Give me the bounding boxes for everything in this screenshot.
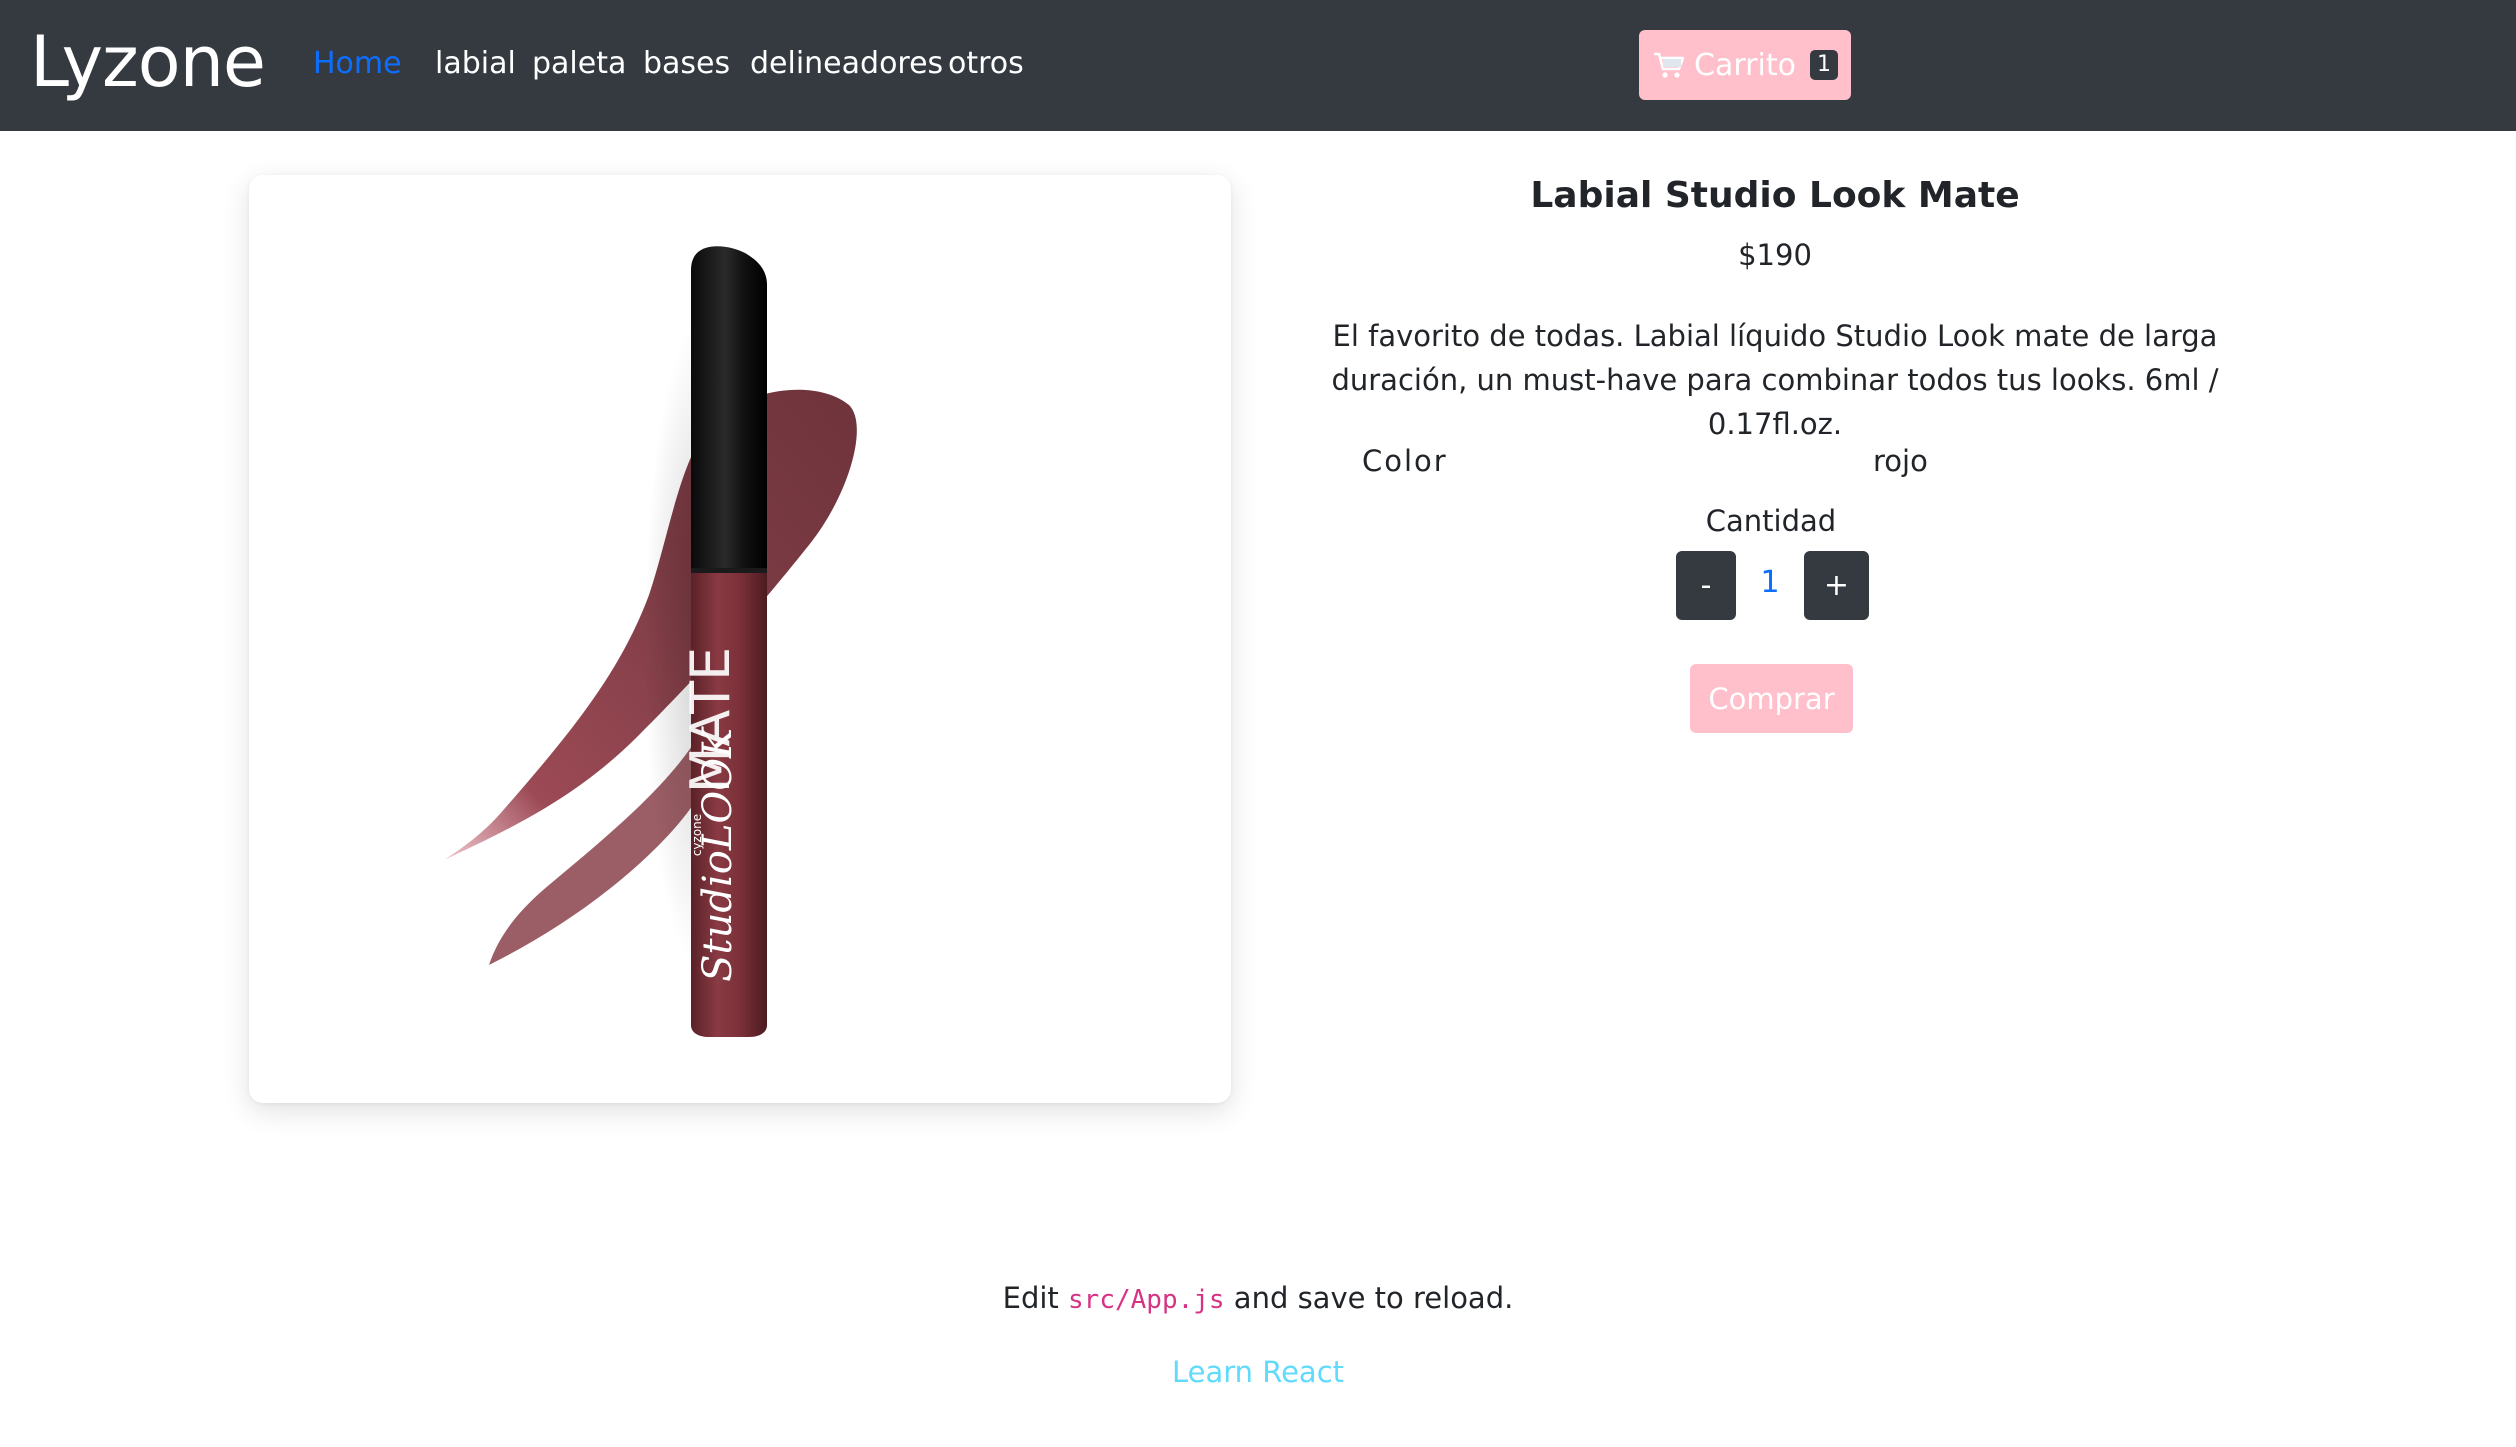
quantity-label: Cantidad bbox=[1705, 504, 1837, 538]
cart-count-badge: 1 bbox=[1809, 50, 1838, 80]
nav-link-delineadores[interactable]: delineadores bbox=[750, 44, 943, 84]
edit-suffix: and save to reload. bbox=[1233, 1281, 1514, 1315]
tube-label-maker: cyzone bbox=[690, 814, 704, 856]
product-image-card: MATE StudioLOOK cyzone bbox=[249, 175, 1231, 1103]
color-value: rojo bbox=[1873, 444, 1928, 478]
nav-link-otros[interactable]: otros bbox=[948, 44, 1024, 84]
cart-label: Carrito bbox=[1694, 47, 1796, 83]
edit-code-path: src/App.js bbox=[1068, 1285, 1225, 1315]
cart-button[interactable]: Carrito 1 bbox=[1639, 30, 1851, 100]
quantity-decrement-button[interactable]: - bbox=[1676, 551, 1736, 620]
buy-button[interactable]: Comprar bbox=[1690, 664, 1853, 733]
brand-logo[interactable]: Lyzone bbox=[30, 14, 266, 110]
edit-instruction: Edit src/App.js and save to reload. bbox=[0, 1278, 2516, 1320]
shopping-cart-icon bbox=[1654, 52, 1685, 78]
product-description: El favorito de todas. Labial líquido Stu… bbox=[1331, 319, 2219, 441]
learn-react-link[interactable]: Learn React bbox=[0, 1352, 2516, 1392]
edit-prefix: Edit bbox=[1002, 1281, 1059, 1315]
quantity-value: 1 bbox=[1760, 565, 1780, 600]
nav-link-paleta[interactable]: paleta bbox=[532, 44, 626, 84]
nav-link-labial[interactable]: labial bbox=[435, 44, 516, 84]
color-label: Color bbox=[1362, 444, 1448, 478]
nav-link-bases[interactable]: bases bbox=[643, 44, 730, 84]
product-image: MATE StudioLOOK cyzone bbox=[249, 175, 1231, 1103]
nav-link-home[interactable]: Home bbox=[313, 44, 402, 84]
product-title: Labial Studio Look Mate bbox=[1530, 175, 2020, 216]
product-price: $190 bbox=[1738, 238, 1812, 272]
top-navbar: Lyzone Home labial paleta bases delinead… bbox=[0, 0, 2516, 131]
quantity-increment-button[interactable]: + bbox=[1804, 551, 1869, 620]
